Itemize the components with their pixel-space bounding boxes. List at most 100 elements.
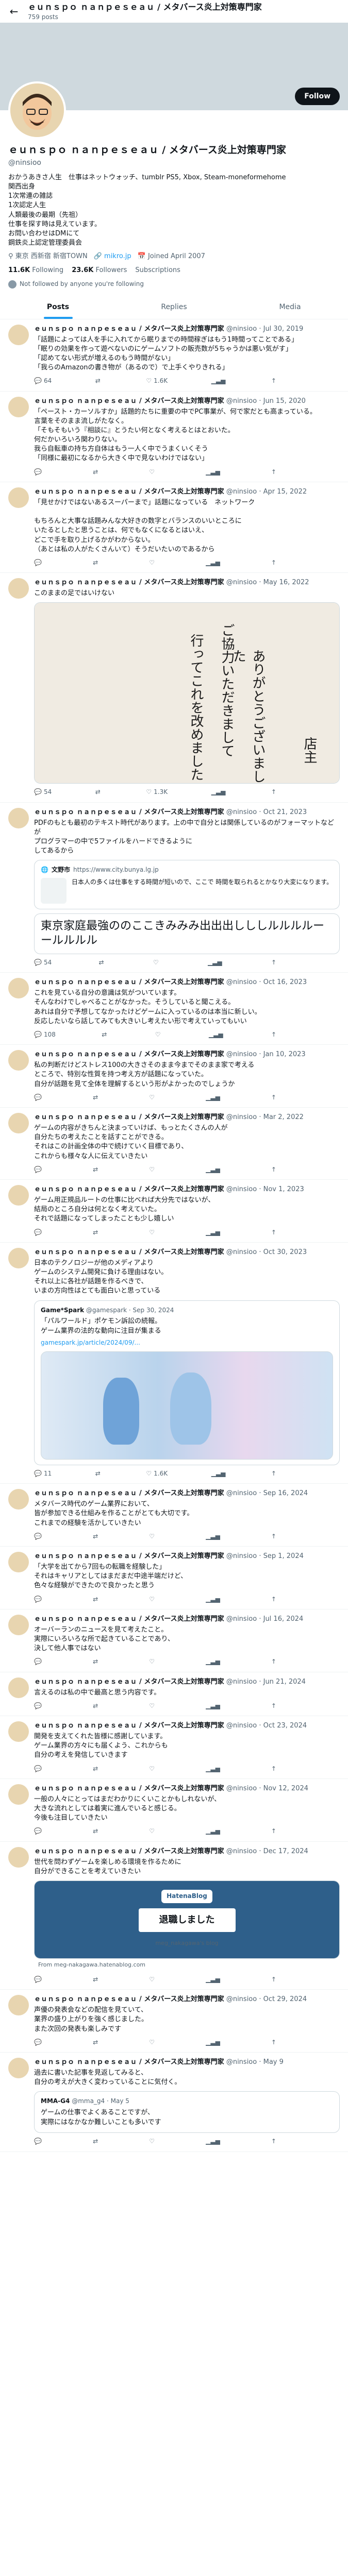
tab-replies[interactable]: Replies bbox=[116, 296, 232, 318]
views-button[interactable]: ▁▃▅ bbox=[206, 1228, 222, 1237]
views-button[interactable]: ▁▃▅ bbox=[211, 1469, 228, 1478]
tweet-avatar[interactable] bbox=[8, 1113, 29, 1134]
tweet-avatar[interactable] bbox=[8, 1995, 29, 2016]
rt-button[interactable]: ⇄ bbox=[93, 1595, 100, 1604]
like-button[interactable]: ♡ bbox=[149, 2137, 157, 2146]
rt-button[interactable]: ⇄ bbox=[93, 2137, 100, 2146]
tweet-author-name[interactable]: ｅｕｎｓｐｏ ｎａｎｐｅｓｅａｕ / メタバース炎上対策専門家 bbox=[34, 1248, 224, 1256]
tweet-author-name[interactable]: ｅｕｎｓｐｏ ｎａｎｐｅｓｅａｕ / メタバース炎上対策専門家 bbox=[34, 2058, 224, 2066]
reply-button[interactable]: 💬 bbox=[34, 1975, 44, 1984]
like-button[interactable]: ♡ bbox=[153, 958, 161, 967]
tweet[interactable]: ｅｕｎｓｐｏ ｎａｎｐｅｓｅａｕ / メタバース炎上対策専門家 @ninsioo… bbox=[0, 573, 348, 803]
views-button[interactable]: ▁▃▅ bbox=[206, 1765, 222, 1773]
tweet[interactable]: ｅｕｎｓｐｏ ｎａｎｐｅｓｅａｕ / メタバース炎上対策専門家 @ninsioo… bbox=[0, 1842, 348, 1990]
followers-stat[interactable]: 23.6K Followers bbox=[72, 266, 127, 276]
reply-button[interactable]: 💬 11 bbox=[34, 1469, 52, 1478]
share-button[interactable]: ↑ bbox=[271, 1165, 276, 1174]
rt-button[interactable]: ⇄ bbox=[93, 1228, 100, 1237]
share-button[interactable]: ↑ bbox=[271, 1228, 276, 1237]
following-stat[interactable]: 11.6K Following bbox=[8, 266, 63, 276]
tweet-author-name[interactable]: ｅｕｎｓｐｏ ｎａｎｐｅｓｅａｕ / メタバース炎上対策専門家 bbox=[34, 579, 224, 586]
tweet-avatar[interactable] bbox=[8, 487, 29, 509]
reply-button[interactable]: 💬 108 bbox=[34, 1030, 56, 1039]
views-button[interactable]: ▁▃▅ bbox=[208, 958, 224, 967]
profile-avatar[interactable] bbox=[8, 81, 66, 139]
views-button[interactable]: ▁▃▅ bbox=[211, 377, 228, 385]
share-button[interactable]: ↑ bbox=[271, 788, 276, 796]
tweet-author-name[interactable]: ｅｕｎｓｐｏ ｎａｎｐｅｓｅａｕ / メタバース炎上対策専門家 bbox=[34, 1489, 224, 1497]
tweet-avatar[interactable] bbox=[8, 324, 29, 345]
quoted-link[interactable]: gamespark.jp/article/2024/09/... bbox=[41, 1338, 333, 1347]
link-card[interactable]: 🌐 文野市 https://www.city.bunya.lg.jp 日本人の多くは仕… bbox=[34, 860, 340, 909]
reply-button[interactable]: 💬 64 bbox=[34, 377, 52, 385]
rt-button[interactable]: ⇄ bbox=[93, 2038, 100, 2047]
share-button[interactable]: ↑ bbox=[271, 2137, 276, 2146]
views-button[interactable]: ▁▃▅ bbox=[206, 2137, 222, 2146]
rt-button[interactable]: ⇄ bbox=[93, 1532, 100, 1541]
link-item[interactable]: 🔗 mikro.jp bbox=[94, 252, 131, 262]
reply-button[interactable]: 💬 bbox=[34, 468, 44, 477]
share-button[interactable]: ↑ bbox=[271, 1469, 276, 1478]
tweet-author-name[interactable]: ｅｕｎｓｐｏ ｎａｎｐｅｓｅａｕ / メタバース炎上対策専門家 bbox=[34, 1113, 224, 1121]
tweet-author-name[interactable]: ｅｕｎｓｐｏ ｎａｎｐｅｓｅａｕ / メタバース炎上対策専門家 bbox=[34, 978, 224, 986]
tweet[interactable]: ｅｕｎｓｐｏ ｎａｎｐｅｓｅａｕ / メタバース炎上対策専門家 @ninsioo… bbox=[0, 803, 348, 973]
views-button[interactable]: ▁▃▅ bbox=[206, 1595, 222, 1604]
like-button[interactable]: ♡ 1.3K bbox=[146, 788, 168, 796]
tweet-avatar[interactable] bbox=[8, 1846, 29, 1868]
tweet-avatar[interactable] bbox=[8, 807, 29, 828]
rt-button[interactable]: ⇄ bbox=[102, 1030, 109, 1039]
follow-button[interactable]: Follow bbox=[295, 88, 340, 106]
quoted-post[interactable]: MMA-G4 @mma_g4 · May 5 ゲームの仕事でよくあることですが、 … bbox=[34, 2091, 340, 2133]
tweet[interactable]: ｅｕｎｓｐｏ ｎａｎｐｅｓｅａｕ / メタバース炎上対策専門家 @ninsioo… bbox=[0, 1180, 348, 1243]
tweet-avatar[interactable] bbox=[8, 396, 29, 417]
share-button[interactable]: ↑ bbox=[271, 377, 276, 385]
like-button[interactable]: ♡ bbox=[149, 1165, 157, 1174]
quoted-photo[interactable] bbox=[41, 1351, 333, 1460]
reply-button[interactable]: 💬 bbox=[34, 558, 44, 567]
rt-button[interactable]: ⇄ bbox=[93, 468, 100, 477]
rt-button[interactable]: ⇄ bbox=[93, 1093, 100, 1102]
tweet[interactable]: ｅｕｎｓｐｏ ｎａｎｐｅｓｅａｕ / メタバース炎上対策専門家 @ninsioo… bbox=[0, 1547, 348, 1610]
tweet[interactable]: ｅｕｎｓｐｏ ｎａｎｐｅｓｅａｕ / メタバース炎上対策専門家 @ninsioo… bbox=[0, 973, 348, 1045]
share-button[interactable]: ↑ bbox=[271, 1765, 276, 1773]
tweet-avatar[interactable] bbox=[8, 1784, 29, 1805]
like-button[interactable]: ♡ bbox=[149, 2038, 157, 2047]
tweet[interactable]: ｅｕｎｓｐｏ ｎａｎｐｅｓｅａｕ / メタバース炎上対策専門家 @ninsioo… bbox=[0, 392, 348, 483]
like-button[interactable]: ♡ bbox=[149, 1228, 157, 1237]
tweet-avatar[interactable] bbox=[8, 1489, 29, 1510]
link-card-hatena[interactable]: HatenaBlog 退職しました meg_nakagawa's blog bbox=[34, 1880, 340, 1959]
share-button[interactable]: ↑ bbox=[271, 1595, 276, 1604]
share-button[interactable]: ↑ bbox=[271, 2038, 276, 2047]
share-button[interactable]: ↑ bbox=[271, 1827, 276, 1836]
rt-button[interactable]: ⇄ bbox=[99, 958, 106, 967]
like-button[interactable]: ♡ bbox=[149, 1595, 157, 1604]
tweet-author-name[interactable]: ｅｕｎｓｐｏ ｎａｎｐｅｓｅａｕ / メタバース炎上対策専門家 bbox=[34, 1722, 224, 1730]
like-button[interactable]: ♡ bbox=[149, 1827, 157, 1836]
tweet[interactable]: ｅｕｎｓｐｏ ｎａｎｐｅｓｅａｕ / メタバース炎上対策専門家 @ninsioo… bbox=[0, 1672, 348, 1717]
views-button[interactable]: ▁▃▅ bbox=[206, 558, 222, 567]
tweet[interactable]: ｅｕｎｓｐｏ ｎａｎｐｅｓｅａｕ / メタバース炎上対策専門家 @ninsioo… bbox=[0, 319, 348, 392]
views-button[interactable]: ▁▃▅ bbox=[206, 1975, 222, 1984]
subscriptions-stat[interactable]: Subscriptions bbox=[135, 266, 180, 276]
tweet-author-name[interactable]: ｅｕｎｓｐｏ ｎａｎｐｅｓｅａｕ / メタバース炎上対策専門家 bbox=[34, 1050, 224, 1058]
views-button[interactable]: ▁▃▅ bbox=[206, 2038, 222, 2047]
tweet[interactable]: ｅｕｎｓｐｏ ｎａｎｐｅｓｅａｕ / メタバース炎上対策専門家 @ninsioo… bbox=[0, 2053, 348, 2152]
tab-media[interactable]: Media bbox=[232, 296, 348, 318]
share-button[interactable]: ↑ bbox=[271, 468, 276, 477]
share-button[interactable]: ↑ bbox=[271, 958, 276, 967]
share-button[interactable]: ↑ bbox=[271, 1532, 276, 1541]
rt-button[interactable]: ⇄ bbox=[93, 1765, 100, 1773]
tweet-author-name[interactable]: ｅｕｎｓｐｏ ｎａｎｐｅｓｅａｕ / メタバース炎上対策専門家 bbox=[34, 1995, 224, 2003]
tweet-avatar[interactable] bbox=[8, 1552, 29, 1573]
tweet-avatar[interactable] bbox=[8, 1721, 29, 1742]
reply-button[interactable]: 💬 bbox=[34, 1093, 44, 1102]
views-button[interactable]: ▁▃▅ bbox=[206, 1702, 222, 1710]
tweet-author-name[interactable]: ｅｕｎｓｐｏ ｎａｎｐｅｓｅａｕ / メタバース炎上対策専門家 bbox=[34, 1185, 224, 1193]
tweet[interactable]: ｅｕｎｓｐｏ ｎａｎｐｅｓｅａｕ / メタバース炎上対策専門家 @ninsioo… bbox=[0, 482, 348, 573]
tweet-author-name[interactable]: ｅｕｎｓｐｏ ｎａｎｐｅｓｅａｕ / メタバース炎上対策専門家 bbox=[34, 1678, 224, 1686]
reply-button[interactable]: 💬 bbox=[34, 1827, 44, 1836]
tweet-author-name[interactable]: ｅｕｎｓｐｏ ｎａｎｐｅｓｅａｕ / メタバース炎上対策専門家 bbox=[34, 1615, 224, 1623]
share-button[interactable]: ↑ bbox=[271, 1702, 276, 1710]
tweet[interactable]: ｅｕｎｓｐｏ ｎａｎｐｅｓｅａｕ / メタバース炎上対策専門家 @ninsioo… bbox=[0, 1108, 348, 1180]
reply-button[interactable]: 💬 bbox=[34, 1165, 44, 1174]
